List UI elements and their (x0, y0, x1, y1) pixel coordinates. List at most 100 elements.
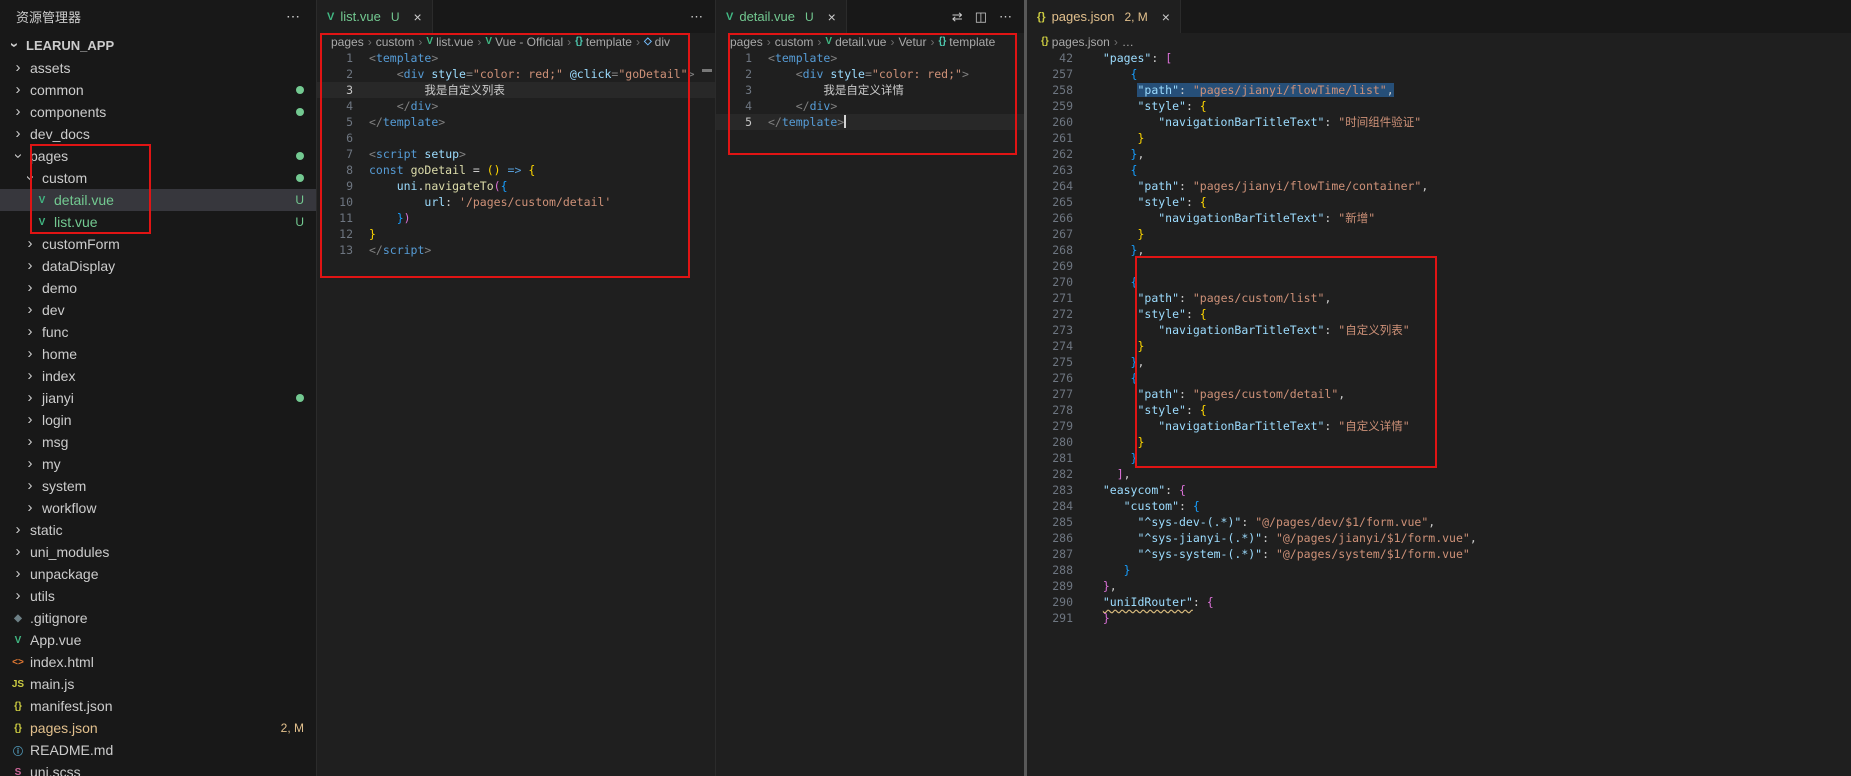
code-editor[interactable]: 1<template>2 <div style="color: red;">3 … (716, 50, 1024, 776)
code-line-269[interactable]: 269 (1027, 258, 1851, 274)
code-line-4[interactable]: 4 </div> (317, 98, 715, 114)
tree-item-utils[interactable]: ›utils (0, 585, 316, 607)
breadcrumb-template[interactable]: {}template (575, 35, 632, 49)
tree-item-workflow[interactable]: ›workflow (0, 497, 316, 519)
breadcrumb-Vetur[interactable]: Vetur (898, 35, 926, 49)
tree-item-index[interactable]: ›index (0, 365, 316, 387)
code-line-263[interactable]: 263 { (1027, 162, 1851, 178)
close-icon[interactable]: × (828, 9, 836, 25)
code-line-7[interactable]: 7<script setup> (317, 146, 715, 162)
code-line-6[interactable]: 6 (317, 130, 715, 146)
tree-item-customForm[interactable]: ›customForm (0, 233, 316, 255)
code-line-1[interactable]: 1<template> (716, 50, 1024, 66)
code-line-268[interactable]: 268 }, (1027, 242, 1851, 258)
code-line-290[interactable]: 290 "uniIdRouter": { (1027, 594, 1851, 610)
project-section-header[interactable]: › LEARUN_APP (0, 33, 316, 57)
code-line-277[interactable]: 277 "path": "pages/custom/detail", (1027, 386, 1851, 402)
tree-item-my[interactable]: ›my (0, 453, 316, 475)
breadcrumb-Vue - Official[interactable]: VVue - Official (485, 35, 563, 49)
code-line-266[interactable]: 266 "navigationBarTitleText": "新增" (1027, 210, 1851, 226)
code-line-259[interactable]: 259 "style": { (1027, 98, 1851, 114)
breadcrumb-list.vue[interactable]: Vlist.vue (426, 35, 473, 49)
tree-item-pages.json[interactable]: {}pages.json2, M (0, 717, 316, 739)
code-line-286[interactable]: 286 "^sys-jianyi-(.*)": "@/pages/jianyi/… (1027, 530, 1851, 546)
tree-item-static[interactable]: ›static (0, 519, 316, 541)
tree-item-main.js[interactable]: JSmain.js (0, 673, 316, 695)
close-icon[interactable]: × (413, 9, 421, 25)
tree-item-uni_modules[interactable]: ›uni_modules (0, 541, 316, 563)
tree-item-home[interactable]: ›home (0, 343, 316, 365)
breadcrumb-detail.vue[interactable]: Vdetail.vue (825, 35, 886, 49)
tab-pages.json[interactable]: {}pages.json2, M× (1027, 0, 1181, 33)
tab-detail.vue[interactable]: Vdetail.vueU× (716, 0, 847, 33)
code-line-289[interactable]: 289 }, (1027, 578, 1851, 594)
breadcrumb-…[interactable]: … (1122, 35, 1134, 49)
breadcrumb-pages[interactable]: pages (730, 35, 763, 49)
code-line-2[interactable]: 2 <div style="color: red;"> (716, 66, 1024, 82)
code-line-10[interactable]: 10 url: '/pages/custom/detail' (317, 194, 715, 210)
code-line-258[interactable]: 258 "path": "pages/jianyi/flowTime/list"… (1027, 82, 1851, 98)
code-line-283[interactable]: 283 "easycom": { (1027, 482, 1851, 498)
tree-item-pages[interactable]: ›pages (0, 145, 316, 167)
breadcrumb-custom[interactable]: custom (376, 35, 415, 49)
code-line-276[interactable]: 276 { (1027, 370, 1851, 386)
tree-item-custom[interactable]: ›custom (0, 167, 316, 189)
breadcrumb-custom[interactable]: custom (775, 35, 814, 49)
tree-item-README.md[interactable]: ⓘREADME.md (0, 739, 316, 761)
code-line-279[interactable]: 279 "navigationBarTitleText": "自定义详情" (1027, 418, 1851, 434)
code-line-13[interactable]: 13</script> (317, 242, 715, 258)
tree-item-system[interactable]: ›system (0, 475, 316, 497)
more-actions-icon[interactable]: ⋯ (999, 9, 1012, 25)
code-line-264[interactable]: 264 "path": "pages/jianyi/flowTime/conta… (1027, 178, 1851, 194)
code-line-284[interactable]: 284 "custom": { (1027, 498, 1851, 514)
tree-item-detail.vue[interactable]: Vdetail.vueU (0, 189, 316, 211)
code-line-9[interactable]: 9 uni.navigateTo({ (317, 178, 715, 194)
code-line-291[interactable]: 291 } (1027, 610, 1851, 626)
code-line-287[interactable]: 287 "^sys-system-(.*)": "@/pages/system/… (1027, 546, 1851, 562)
code-line-288[interactable]: 288 } (1027, 562, 1851, 578)
tree-item-list.vue[interactable]: Vlist.vueU (0, 211, 316, 233)
tree-item-components[interactable]: ›components (0, 101, 316, 123)
code-line-4[interactable]: 4 </div> (716, 98, 1024, 114)
code-line-42[interactable]: 42 "pages": [ (1027, 50, 1851, 66)
code-line-272[interactable]: 272 "style": { (1027, 306, 1851, 322)
code-line-267[interactable]: 267 } (1027, 226, 1851, 242)
code-line-11[interactable]: 11 }) (317, 210, 715, 226)
more-actions-icon[interactable]: ⋯ (690, 9, 703, 25)
code-line-285[interactable]: 285 "^sys-dev-(.*)": "@/pages/dev/$1/for… (1027, 514, 1851, 530)
code-line-8[interactable]: 8const goDetail = () => { (317, 162, 715, 178)
code-line-261[interactable]: 261 } (1027, 130, 1851, 146)
tree-item-login[interactable]: ›login (0, 409, 316, 431)
code-line-280[interactable]: 280 } (1027, 434, 1851, 450)
code-line-265[interactable]: 265 "style": { (1027, 194, 1851, 210)
close-icon[interactable]: × (1162, 9, 1170, 25)
code-line-260[interactable]: 260 "navigationBarTitleText": "时间组件验证" (1027, 114, 1851, 130)
tree-item-demo[interactable]: ›demo (0, 277, 316, 299)
code-line-3[interactable]: 3 我是自定义详情 (716, 82, 1024, 98)
code-line-1[interactable]: 1<template> (317, 50, 715, 66)
code-line-273[interactable]: 273 "navigationBarTitleText": "自定义列表" (1027, 322, 1851, 338)
code-line-271[interactable]: 271 "path": "pages/custom/list", (1027, 290, 1851, 306)
code-line-274[interactable]: 274 } (1027, 338, 1851, 354)
code-line-5[interactable]: 5</template> (716, 114, 1024, 130)
tree-item-dev_docs[interactable]: ›dev_docs (0, 123, 316, 145)
code-line-270[interactable]: 270 { (1027, 274, 1851, 290)
tree-item-manifest.json[interactable]: {}manifest.json (0, 695, 316, 717)
tree-item-.gitignore[interactable]: ◆.gitignore (0, 607, 316, 629)
code-line-275[interactable]: 275 }, (1027, 354, 1851, 370)
tree-item-assets[interactable]: ›assets (0, 57, 316, 79)
code-editor[interactable]: 1<template>2 <div style="color: red;" @c… (317, 50, 715, 776)
split-editor-icon[interactable]: ◫ (975, 9, 987, 25)
code-line-282[interactable]: 282 ], (1027, 466, 1851, 482)
code-line-12[interactable]: 12} (317, 226, 715, 242)
tab-list.vue[interactable]: Vlist.vueU× (317, 0, 433, 33)
code-editor[interactable]: 42 "pages": [257 {258 "path": "pages/jia… (1027, 50, 1851, 776)
tree-item-index.html[interactable]: <>index.html (0, 651, 316, 673)
tree-item-dev[interactable]: ›dev (0, 299, 316, 321)
tree-item-uni.scss[interactable]: Suni.scss (0, 761, 316, 776)
code-line-262[interactable]: 262 }, (1027, 146, 1851, 162)
explorer-more-icon[interactable]: ⋯ (286, 8, 300, 25)
code-line-5[interactable]: 5</template> (317, 114, 715, 130)
tree-item-msg[interactable]: ›msg (0, 431, 316, 453)
breadcrumb-div[interactable]: ◇div (644, 35, 670, 49)
